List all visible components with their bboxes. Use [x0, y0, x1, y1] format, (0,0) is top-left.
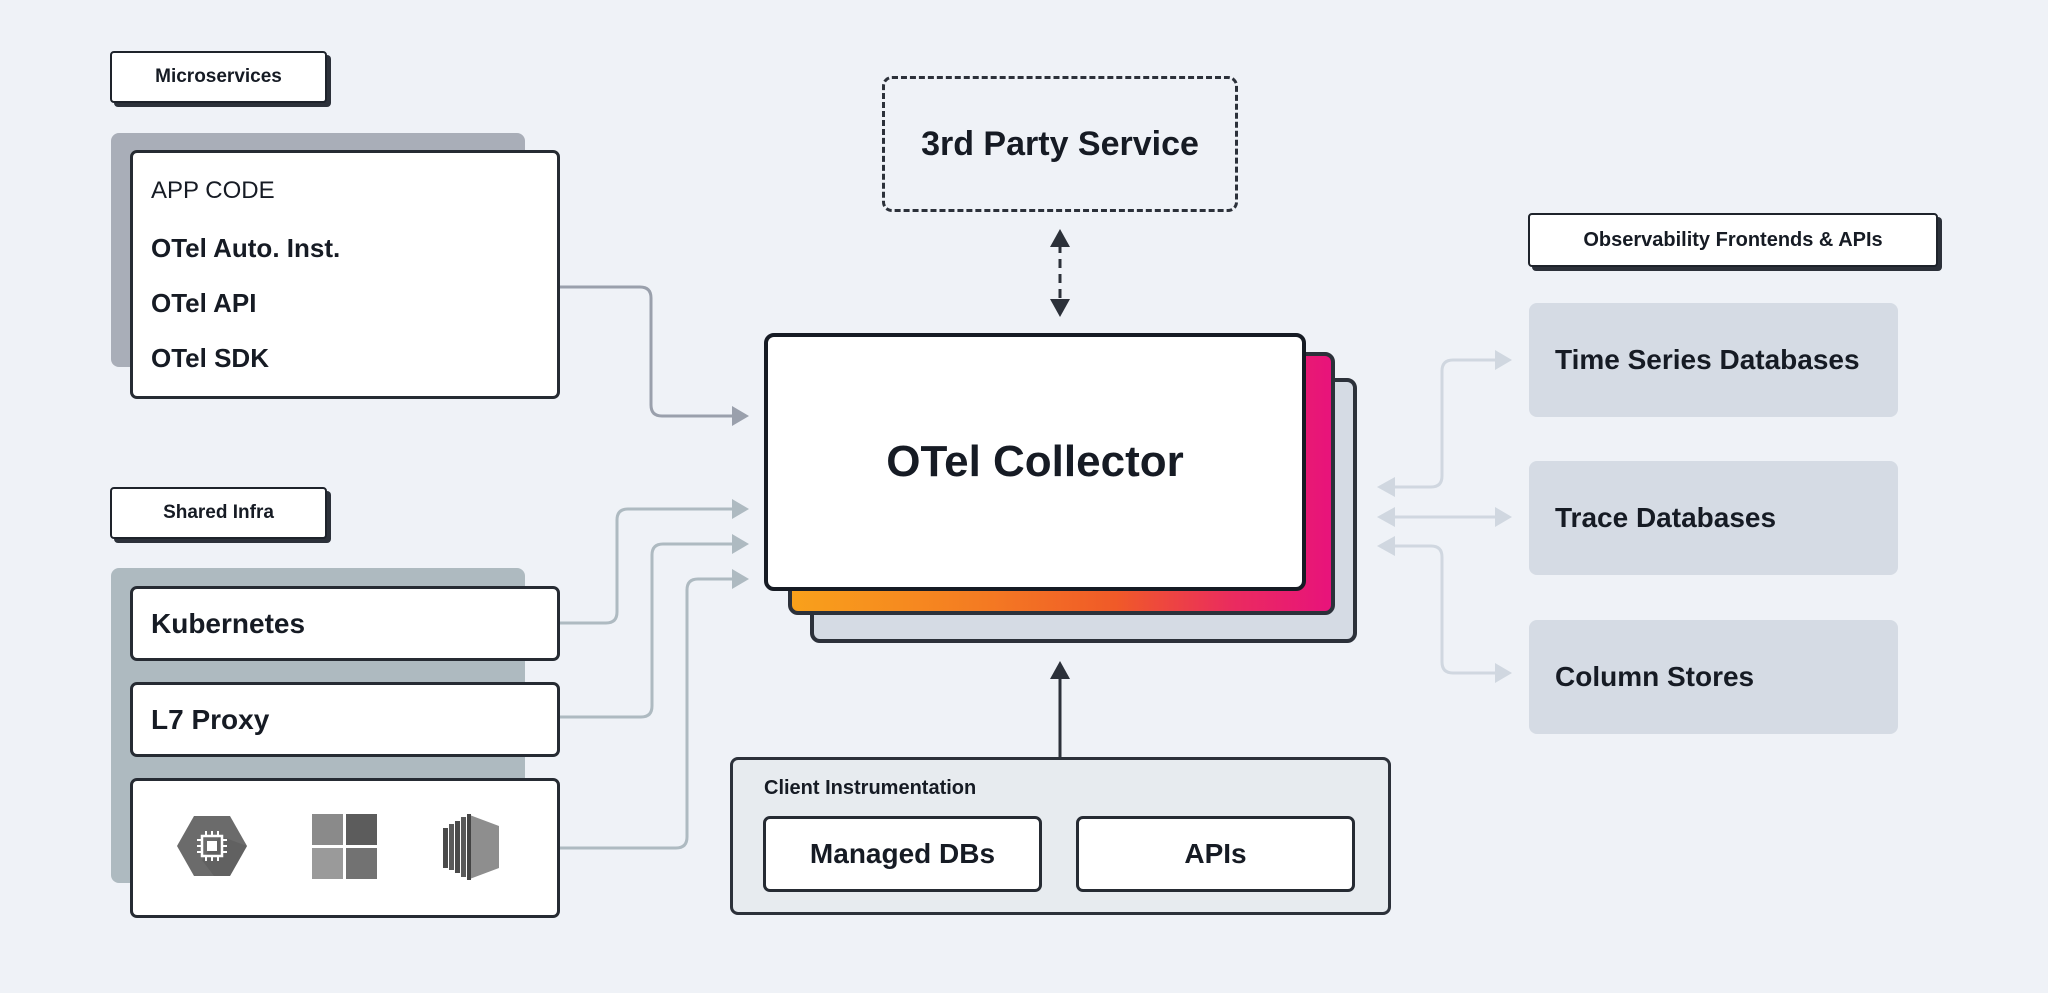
column-stores-label: Column Stores [1555, 661, 1755, 692]
time-series-databases-label: Time Series Databases [1555, 344, 1860, 375]
client-instrumentation-label: Client Instrumentation [764, 777, 977, 799]
managed-dbs-box[interactable]: Managed DBs [763, 816, 1042, 892]
collector-to-column-stores-arrow [1377, 536, 1512, 683]
kubernetes-card[interactable]: Kubernetes [130, 586, 560, 661]
trace-databases-label: Trace Databases [1555, 502, 1777, 533]
shared-infra-label: Shared Infra [110, 487, 327, 539]
third-party-service-box[interactable]: 3rd Party Service [882, 76, 1238, 212]
apis-label: APIs [1184, 838, 1247, 869]
l7-proxy-label: L7 Proxy [151, 703, 270, 735]
kubernetes-label: Kubernetes [151, 607, 306, 639]
otel-sdk-label: OTel SDK [151, 343, 269, 373]
client-instrumentation-to-collector-arrow [1050, 661, 1070, 757]
trace-databases-box[interactable]: Trace Databases [1529, 461, 1898, 575]
third-party-bidirectional-arrow [1050, 229, 1070, 317]
app-code-label: APP CODE [151, 177, 275, 204]
collector-to-trace-arrow [1377, 507, 1512, 527]
gcp-compute-engine-icon [177, 816, 247, 876]
time-series-databases-box[interactable]: Time Series Databases [1529, 303, 1898, 417]
azure-windows-icon [312, 814, 377, 879]
otel-api-label: OTel API [151, 288, 257, 318]
microservices-app-card[interactable]: APP CODE OTel Auto. Inst. OTel API OTel … [130, 150, 560, 399]
kubernetes-to-collector-arrow [560, 499, 749, 625]
otel-auto-inst-label: OTel Auto. Inst. [151, 233, 341, 263]
managed-dbs-label: Managed DBs [809, 838, 996, 869]
third-party-service-label: 3rd Party Service [921, 124, 1199, 163]
l7-proxy-card[interactable]: L7 Proxy [130, 682, 560, 757]
otel-collector-label: OTel Collector [886, 437, 1184, 486]
column-stores-box[interactable]: Column Stores [1529, 620, 1898, 734]
cloud-providers-to-collector-arrow [560, 569, 749, 850]
l7-proxy-to-collector-arrow [560, 534, 749, 719]
aws-ec2-icon [443, 814, 499, 880]
apis-box[interactable]: APIs [1076, 816, 1355, 892]
collector-to-time-series-arrow [1377, 350, 1512, 497]
observability-frontends-label: Observability Frontends & APIs [1528, 213, 1938, 267]
otel-collector-box[interactable]: OTel Collector [764, 333, 1306, 591]
microservices-label: Microservices [110, 51, 327, 103]
microservices-to-collector-arrow [560, 285, 749, 426]
